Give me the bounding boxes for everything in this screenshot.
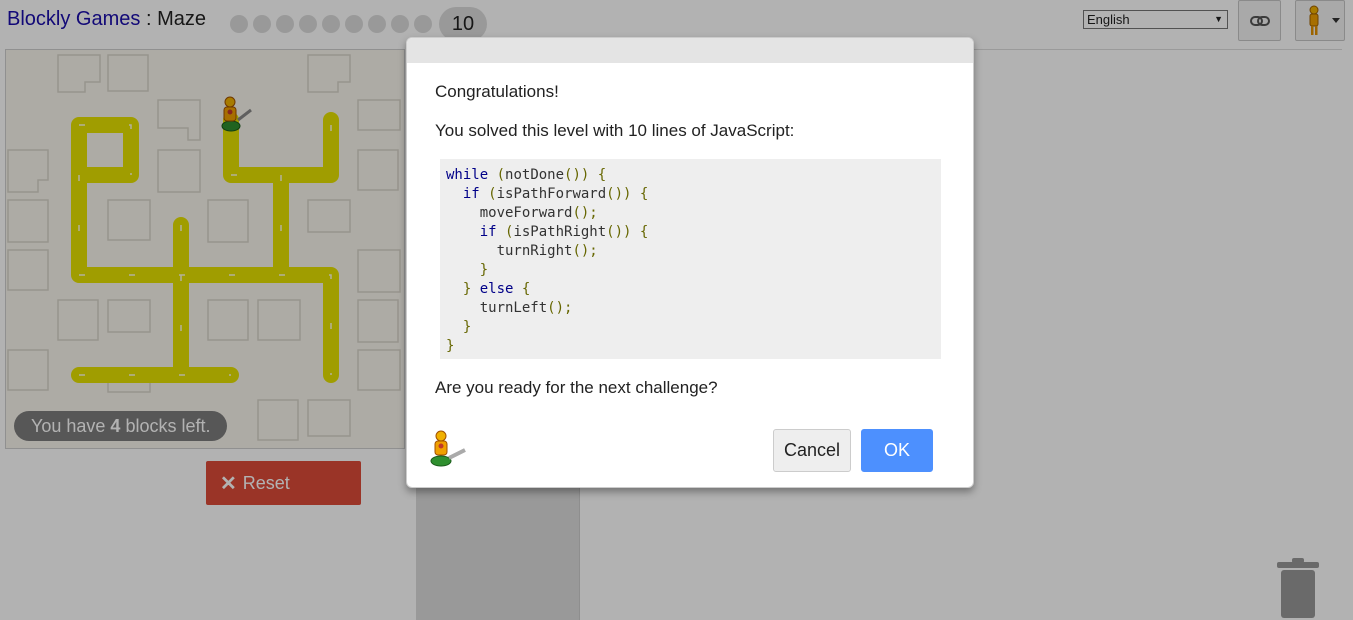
congrats-heading: Congratulations! [435, 82, 559, 101]
ok-button[interactable]: OK [861, 429, 933, 472]
code-line: } [462, 319, 472, 335]
code-line: } [446, 338, 455, 354]
code-line: if (isPathForward()) { [462, 186, 649, 202]
code-line: moveForward(); [446, 205, 598, 221]
solved-message: You solved this level with 10 lines of J… [435, 121, 795, 140]
code-line: turnRight(); [446, 243, 598, 259]
next-challenge-question: Are you ready for the next challenge? [435, 378, 718, 397]
dialog-title-bar[interactable] [407, 38, 973, 63]
solution-code: while (notDone()) { if (isPathForward())… [440, 159, 941, 359]
code-line: turnLeft(); [446, 300, 573, 316]
code-line: while (notDone()) { [446, 167, 607, 183]
code-line: } else { [462, 281, 531, 297]
code-line: if (isPathRight()) { [479, 224, 649, 240]
cancel-button[interactable]: Cancel [773, 429, 851, 472]
pegman-icon [430, 430, 466, 467]
congratulations-dialog: Congratulations! You solved this level w… [406, 37, 974, 488]
code-line: } [479, 262, 489, 278]
